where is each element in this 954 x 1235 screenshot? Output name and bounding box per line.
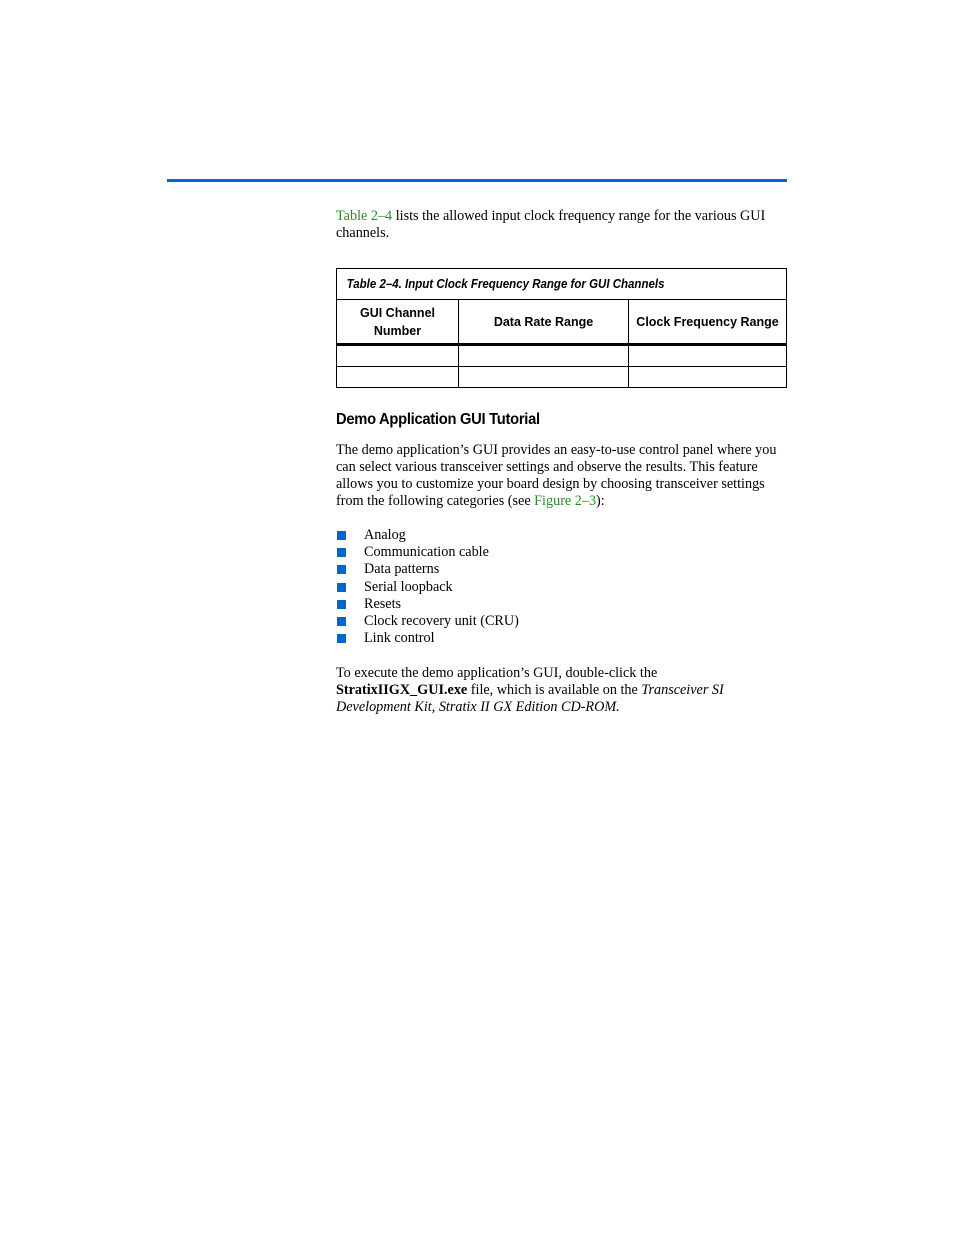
bullet-square-icon (337, 531, 346, 540)
table-row (336, 366, 787, 388)
exe-filename: StratixIIGX_GUI.exe (336, 682, 468, 698)
column-header-data-rate: Data Rate Range (458, 299, 629, 346)
intro-text: lists the allowed input clock frequency … (336, 208, 766, 241)
category-list: Analog Communication cable Data patterns… (336, 527, 519, 647)
bullet-square-icon (337, 634, 346, 644)
execute-paragraph: To execute the demo application’s GUI, d… (336, 665, 724, 715)
column-header-gui-channel: GUI Channel Number (336, 299, 459, 346)
intro-paragraph: Table 2–4 lists the allowed input clock … (336, 208, 787, 242)
section-heading: Demo Application GUI Tutorial (336, 411, 540, 428)
list-item: Communication cable (336, 544, 519, 561)
list-item: Serial loopback (336, 579, 519, 596)
bullet-square-icon (337, 548, 346, 558)
list-item: Data patterns (336, 561, 519, 578)
list-item: Link control (336, 630, 519, 647)
bullet-square-icon (337, 565, 346, 575)
table-caption: Table 2–4. Input Clock Frequency Range f… (336, 268, 751, 300)
column-header-clock-frequency: Clock Frequency Range (628, 299, 787, 346)
header-rule (167, 179, 787, 182)
table-row (336, 344, 787, 367)
list-item: Analog (336, 527, 519, 544)
section-paragraph: The demo application’s GUI provides an e… (336, 442, 777, 509)
bullet-square-icon (337, 599, 346, 609)
bullet-square-icon (337, 582, 346, 592)
table-link[interactable]: Table 2–4 (336, 208, 392, 224)
list-item: Resets (336, 596, 519, 613)
clock-frequency-table: Table 2–4. Input Clock Frequency Range f… (336, 268, 787, 388)
bullet-square-icon (337, 616, 346, 626)
list-item: Clock recovery unit (CRU) (336, 613, 519, 630)
figure-link[interactable]: Figure 2–3 (534, 493, 596, 509)
